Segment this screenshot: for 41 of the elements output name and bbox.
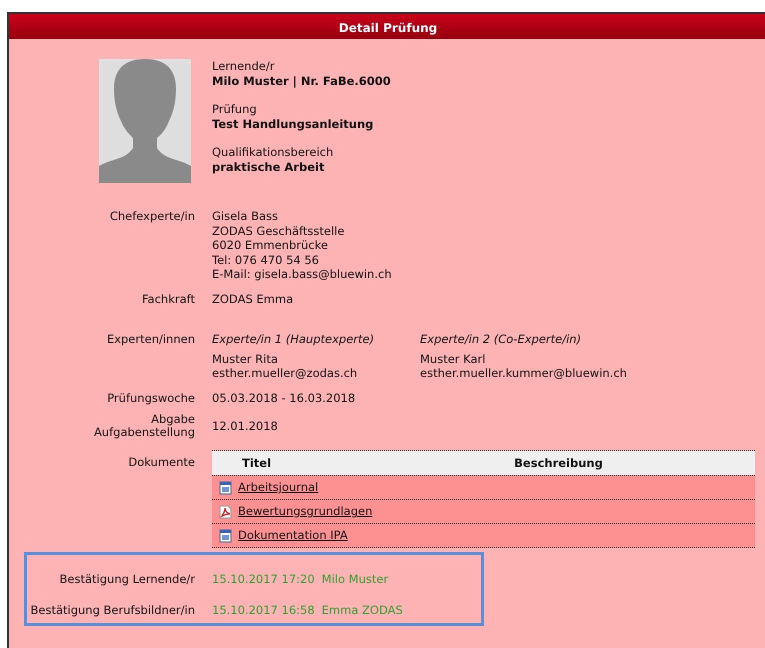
contact-line: Tel: 076 470 54 56 [212, 252, 320, 267]
expert-name: Muster Rita [212, 352, 279, 366]
field-value: 05.03.2018 - 16.03.2018 [212, 390, 356, 405]
field-label: Bestätigung Berufsbildner/in [30, 604, 195, 617]
field-value: ZODAS Emma [212, 292, 294, 306]
expert-email: esther.mueller.kummer@bluewin.ch [420, 366, 628, 380]
confirmation-date: 15.10.2017 17:20 [212, 573, 315, 586]
field-label: Fachkraft [140, 292, 195, 306]
field-label: Dokumente [127, 454, 195, 471]
field-label: Lernende/r [212, 59, 276, 74]
field-label: Prüfung [212, 102, 258, 116]
contact-line: Gisela Bass [212, 209, 279, 224]
contact-line: 6020 Emmenbrücke [212, 238, 329, 252]
word-document-icon [219, 528, 232, 542]
expert-email: esther.mueller@zodas.ch [212, 366, 358, 380]
contact-line: E-Mail: gisela.bass@bluewin.ch [212, 267, 393, 282]
field-label: Experten/innen [106, 332, 195, 348]
document-link[interactable]: Dokumentation IPA [238, 528, 348, 543]
column-header: Titel [242, 456, 272, 470]
field-label: Bestätigung Lernende/r [60, 573, 195, 586]
panel-title: Detail Prüfung [338, 20, 438, 34]
expert-name: Muster Karl [420, 352, 486, 366]
field-value: Test Handlungsanleitung [212, 116, 374, 131]
document-link[interactable]: Arbeitsjournal [238, 480, 318, 495]
field-label: Qualifikationsbereich [212, 145, 334, 160]
confirmation-name: Milo Muster [322, 573, 388, 586]
field-value: 12.01.2018 [212, 418, 279, 434]
column-header: Beschreibung [513, 456, 604, 470]
expert-role: Experte/in 2 (Co-Experte/in) [420, 332, 582, 346]
field-label: Prüfungswoche [106, 390, 195, 405]
field-label: Abgabe Aufgabenstellung [92, 413, 195, 439]
pdf-document-icon [219, 504, 232, 518]
field-label: Chefexperte/in [108, 209, 195, 225]
word-document-icon [219, 480, 232, 494]
field-value: praktische Arbeit [212, 160, 326, 174]
confirmation-date: 15.10.2017 16:58 [212, 604, 315, 617]
document-link[interactable]: Bewertungsgrundlagen [238, 504, 372, 519]
field-value: Milo Muster | Nr. FaBe.6000 [212, 74, 392, 88]
expert-role: Experte/in 1 (Hauptexperte) [212, 332, 376, 346]
contact-line: ZODAS Geschäftsstelle [212, 224, 346, 238]
confirmation-name: Emma ZODAS [322, 604, 403, 617]
